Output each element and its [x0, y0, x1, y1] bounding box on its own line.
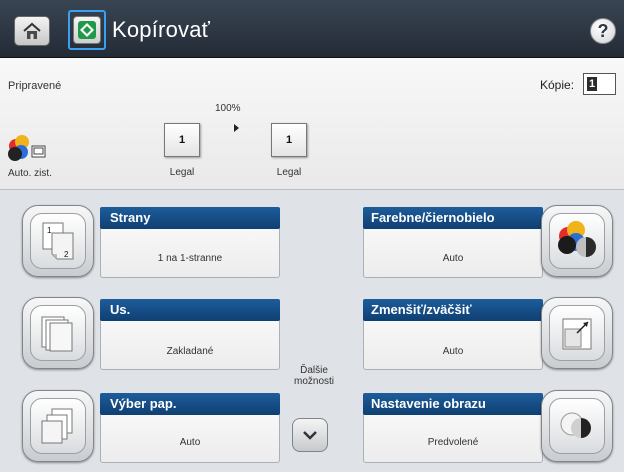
help-icon: ?: [597, 20, 609, 41]
collate-icon: [41, 316, 73, 352]
status-text: Pripravené: [8, 80, 62, 92]
copies-label: Kópie:: [540, 78, 575, 92]
color-mode-icon: [558, 221, 596, 257]
output-size-label: Legal: [276, 167, 302, 178]
option-title: Farebne/čiernobielo: [363, 207, 543, 229]
option-title: Strany: [100, 207, 280, 229]
option-value: Auto: [442, 253, 464, 264]
option-title: Us.: [100, 299, 280, 321]
option-title: Zmenšiť/zväčšiť: [363, 299, 543, 321]
svg-text:2: 2: [64, 250, 69, 259]
more-options-label: Ďalšie možnosti: [293, 365, 334, 387]
option-title: Výber pap.: [100, 393, 280, 415]
original-page-thumbnail: 1: [164, 123, 200, 157]
copies-value: 1: [587, 77, 597, 91]
start-copy-button[interactable]: [68, 10, 106, 50]
option-value: Auto: [442, 346, 464, 357]
sides-icon: 1 2: [42, 222, 74, 260]
option-value: 1 na 1-stranne: [157, 253, 223, 264]
chevron-down-icon: [303, 431, 317, 440]
option-title: Nastavenie obrazu: [363, 393, 543, 415]
help-button[interactable]: ?: [590, 18, 616, 44]
resize-icon: [562, 318, 592, 350]
home-icon: [23, 22, 41, 39]
option-value: Auto: [179, 437, 201, 448]
home-button[interactable]: [14, 16, 50, 46]
option-value: Predvolené: [427, 437, 479, 448]
color-auto-detect-icon[interactable]: [6, 134, 48, 168]
zoom-level: 100%: [215, 103, 241, 114]
output-page-thumbnail: 1: [271, 123, 307, 157]
top-bar: Kopírovať ?: [0, 0, 624, 58]
option-value: Zakladané: [166, 346, 214, 357]
paper-select-icon: [41, 408, 73, 444]
original-size-label: Legal: [169, 167, 195, 178]
status-area: Pripravené Kópie: 1 Auto. zist. 100% 1 L…: [0, 58, 624, 190]
auto-detect-label: Auto. zist.: [8, 168, 52, 179]
arrow-right-icon: [234, 124, 239, 132]
start-copy-icon: [78, 21, 96, 39]
page-title: Kopírovať: [112, 17, 211, 42]
svg-text:1: 1: [47, 226, 52, 235]
image-adjust-icon: [560, 412, 591, 438]
more-options-button[interactable]: [292, 418, 328, 452]
